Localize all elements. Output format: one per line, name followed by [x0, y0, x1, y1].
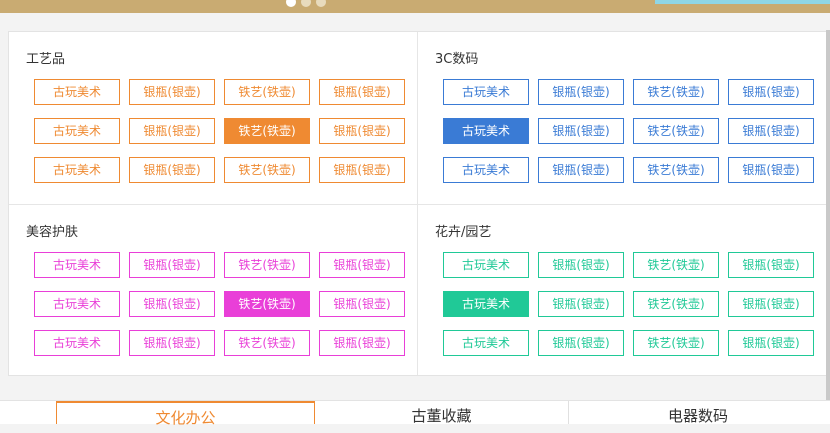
category-tag-button[interactable]: 银瓶(银壶) — [538, 330, 624, 356]
carousel-dots — [286, 0, 326, 7]
category-tag-button[interactable]: 古玩美术 — [34, 79, 120, 105]
category-tag-button[interactable]: 银瓶(银壶) — [129, 252, 215, 278]
bottom-tab-bar: 文化办公 古董收藏 电器数码 — [0, 400, 830, 427]
category-tag-button[interactable]: 银瓶(银壶) — [319, 330, 405, 356]
category-tag-button[interactable]: 古玩美术 — [34, 252, 120, 278]
category-tag-button[interactable]: 银瓶(银壶) — [728, 157, 814, 183]
category-tag-button[interactable]: 铁艺(铁壶) — [224, 252, 310, 278]
carousel-dot[interactable] — [301, 0, 311, 7]
tab-culture-office[interactable]: 文化办公 — [56, 401, 315, 427]
category-tag-button[interactable]: 银瓶(银壶) — [538, 252, 624, 278]
category-tag-button[interactable]: 银瓶(银壶) — [538, 157, 624, 183]
category-tag-button[interactable]: 古玩美术 — [34, 118, 120, 144]
category-tag-button[interactable]: 银瓶(银壶) — [319, 79, 405, 105]
category-tag-button[interactable]: 银瓶(银壶) — [319, 291, 405, 317]
category-tag-button[interactable]: 古玩美术 — [443, 79, 529, 105]
category-tag-button[interactable]: 银瓶(银壶) — [728, 252, 814, 278]
category-tag-button[interactable]: 铁艺(铁壶) — [224, 118, 310, 144]
category-tag-button[interactable]: 古玩美术 — [34, 157, 120, 183]
section-title: 工艺品 — [26, 52, 66, 67]
category-tag-button[interactable]: 银瓶(银壶) — [728, 330, 814, 356]
category-tag-button[interactable]: 银瓶(银壶) — [728, 79, 814, 105]
category-tag-button[interactable]: 古玩美术 — [443, 252, 529, 278]
category-tag-button[interactable]: 银瓶(银壶) — [129, 118, 215, 144]
category-board: 工艺品 古玩美术 银瓶(银壶) 铁艺(铁壶) 银瓶(银壶) 古玩美术 银瓶(银壶) 铁艺(铁… — [8, 31, 828, 376]
category-tag-button[interactable]: 银瓶(银壶) — [319, 118, 405, 144]
category-tag-button[interactable]: 古玩美术 — [443, 330, 529, 356]
category-tag-button[interactable]: 古玩美术 — [34, 291, 120, 317]
category-tag-button[interactable]: 银瓶(银壶) — [319, 252, 405, 278]
section-title: 美容护肤 — [26, 225, 79, 240]
section-title: 花卉/园艺 — [435, 225, 492, 240]
section-title: 3C数码 — [435, 52, 479, 67]
divider — [9, 204, 827, 205]
category-tag-button[interactable]: 铁艺(铁壶) — [633, 291, 719, 317]
category-tag-button[interactable]: 铁艺(铁壶) — [633, 252, 719, 278]
scrollbar[interactable] — [826, 30, 830, 423]
tab-electronics[interactable]: 电器数码 — [569, 401, 827, 425]
carousel-dot[interactable] — [286, 0, 296, 7]
category-tag-button[interactable]: 铁艺(铁壶) — [633, 118, 719, 144]
category-tag-button[interactable]: 铁艺(铁壶) — [224, 79, 310, 105]
category-tag-button[interactable]: 古玩美术 — [443, 157, 529, 183]
category-tag-button[interactable]: 铁艺(铁壶) — [224, 330, 310, 356]
category-tag-button[interactable]: 铁艺(铁壶) — [633, 79, 719, 105]
category-tag-button[interactable]: 古玩美术 — [34, 330, 120, 356]
category-tag-button[interactable]: 古玩美术 — [443, 118, 529, 144]
banner-accent-bar — [655, 0, 830, 4]
category-tag-button[interactable]: 银瓶(银壶) — [728, 118, 814, 144]
category-tag-button[interactable]: 银瓶(银壶) — [538, 291, 624, 317]
top-banner — [0, 0, 830, 13]
tab-antique-collection[interactable]: 古董收藏 — [315, 401, 568, 425]
category-tag-button[interactable]: 铁艺(铁壶) — [633, 157, 719, 183]
category-tag-button[interactable]: 银瓶(银壶) — [538, 118, 624, 144]
category-tag-button[interactable]: 银瓶(银壶) — [129, 330, 215, 356]
category-tag-button[interactable]: 古玩美术 — [443, 291, 529, 317]
category-tag-button[interactable]: 银瓶(银壶) — [129, 291, 215, 317]
category-tag-button[interactable]: 铁艺(铁壶) — [224, 157, 310, 183]
category-tag-button[interactable]: 铁艺(铁壶) — [633, 330, 719, 356]
category-tag-button[interactable]: 银瓶(银壶) — [538, 79, 624, 105]
category-tag-button[interactable]: 银瓶(银壶) — [129, 157, 215, 183]
category-tag-button[interactable]: 银瓶(银壶) — [728, 291, 814, 317]
carousel-dot[interactable] — [316, 0, 326, 7]
category-tag-button[interactable]: 银瓶(银壶) — [319, 157, 405, 183]
category-tag-button[interactable]: 银瓶(银壶) — [129, 79, 215, 105]
category-tag-button[interactable]: 铁艺(铁壶) — [224, 291, 310, 317]
